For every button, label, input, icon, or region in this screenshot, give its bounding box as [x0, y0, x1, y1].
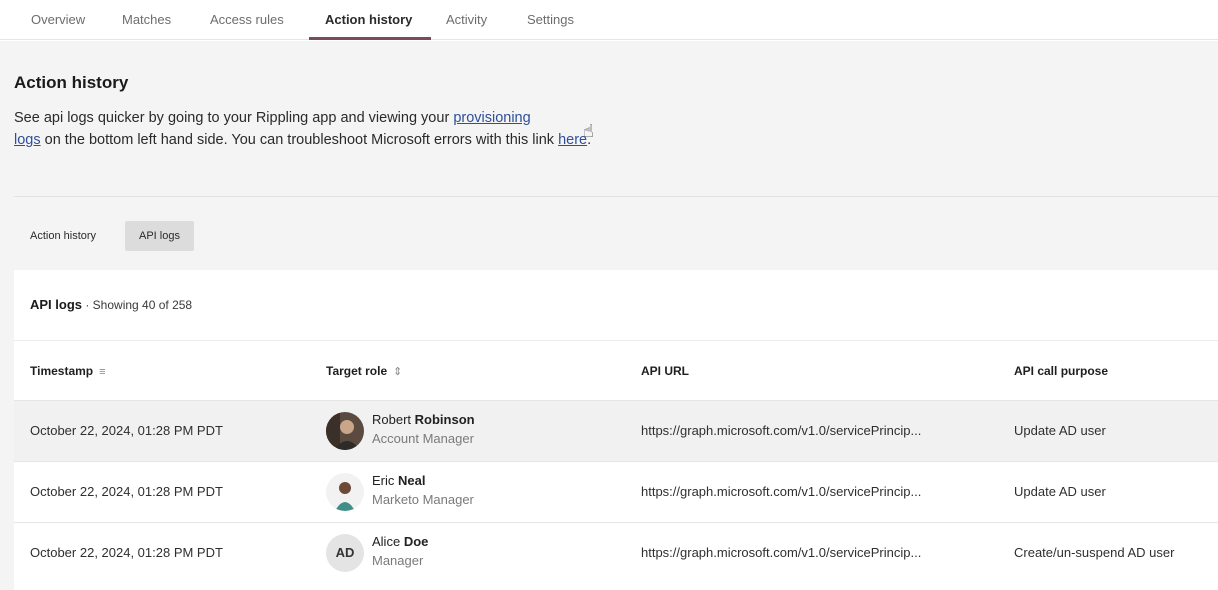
hand-cursor-icon: ☝ — [583, 121, 594, 141]
description-text: See api logs quicker by going to your Ri… — [14, 110, 454, 126]
avatar: AD — [326, 534, 364, 572]
filter-icon[interactable]: ≡ — [99, 366, 105, 378]
tab-settings[interactable]: Settings — [527, 12, 574, 27]
timestamp-cell: October 22, 2024, 01:28 PM PDT — [30, 484, 223, 499]
top-tab-bar: Overview Matches Access rules Action his… — [0, 0, 1218, 40]
person-info: Robert Robinson Account Manager — [372, 412, 475, 446]
card-title: API logs — [30, 297, 83, 312]
table-row[interactable]: October 22, 2024, 01:28 PM PDT Robert Ro… — [14, 401, 1218, 462]
table-row[interactable]: October 22, 2024, 01:28 PM PDT Eric Neal… — [14, 462, 1218, 523]
api-logs-card: API logs · Showing 40 of 258 Timestamp ≡ … — [14, 270, 1218, 590]
active-tab-indicator — [309, 37, 431, 40]
column-header-target-role[interactable]: Target role ⇕ — [326, 364, 402, 378]
tab-access-rules[interactable]: Access rules — [210, 12, 284, 27]
tab-action-history[interactable]: Action history — [325, 12, 412, 27]
person-role: Manager — [372, 553, 424, 568]
page-title: Action history — [14, 73, 129, 92]
sort-icon[interactable]: ⇕ — [393, 366, 402, 378]
description-text-2: on the bottom left hand side. You can tr… — [40, 132, 559, 148]
person-info: Eric Neal Marketo Manager — [372, 473, 474, 507]
subtab-api-logs[interactable]: API logs — [125, 221, 194, 251]
api-url-cell: https://graph.microsoft.com/v1.0/service… — [641, 484, 922, 499]
api-purpose-cell: Create/un-suspend AD user — [1014, 545, 1175, 560]
person-name: Robert Robinson — [372, 412, 475, 427]
table-header: Timestamp ≡ Target role ⇕ API URL API call… — [14, 340, 1218, 401]
logs-link[interactable]: logs — [14, 132, 41, 148]
timestamp-cell: October 22, 2024, 01:28 PM PDT — [30, 423, 223, 438]
card-header: API logs · Showing 40 of 258 — [30, 297, 192, 312]
person-name: Eric Neal — [372, 473, 426, 488]
api-url-cell: https://graph.microsoft.com/v1.0/service… — [641, 545, 922, 560]
subtab-action-history[interactable]: Action history — [16, 221, 110, 251]
column-header-timestamp[interactable]: Timestamp ≡ — [30, 364, 106, 378]
person-role: Marketo Manager — [372, 492, 474, 507]
section-divider — [14, 196, 1218, 197]
column-header-api-url: API URL — [641, 364, 689, 378]
timestamp-cell: October 22, 2024, 01:28 PM PDT — [30, 545, 223, 560]
page-description: See api logs quicker by going to your Ri… — [14, 107, 634, 151]
column-header-api-call-purpose: API call purpose — [1014, 364, 1109, 378]
table-row[interactable]: October 22, 2024, 01:28 PM PDT AD Alice … — [14, 523, 1218, 584]
person-info: Alice Doe Manager — [372, 534, 428, 568]
tab-activity[interactable]: Activity — [446, 12, 487, 27]
api-url-cell: https://graph.microsoft.com/v1.0/service… — [641, 423, 922, 438]
person-name: Alice Doe — [372, 534, 429, 549]
api-purpose-cell: Update AD user — [1014, 423, 1106, 438]
avatar — [326, 473, 364, 511]
api-purpose-cell: Update AD user — [1014, 484, 1106, 499]
card-count: · Showing 40 of 258 — [82, 298, 193, 312]
tab-overview[interactable]: Overview — [31, 12, 85, 27]
provisioning-link[interactable]: provisioning — [453, 110, 530, 126]
person-role: Account Manager — [372, 431, 474, 446]
main-content: Action history See api logs quicker by g… — [0, 41, 1218, 590]
avatar — [326, 412, 364, 450]
tab-matches[interactable]: Matches — [122, 12, 171, 27]
